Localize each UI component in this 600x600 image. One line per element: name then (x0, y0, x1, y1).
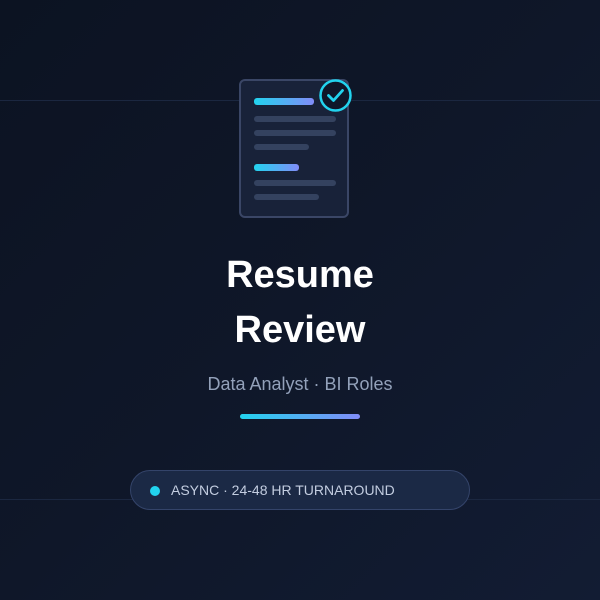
accent-underline (240, 414, 360, 419)
document-heading-line (254, 98, 314, 105)
document-text-line (254, 194, 319, 200)
document-text-line (254, 144, 309, 150)
status-text: ASYNC · 24-48 HR TURNAROUND (171, 482, 395, 498)
title-line-2: Review (234, 309, 366, 351)
status-dot-icon (150, 486, 160, 496)
check-circle-icon (319, 79, 352, 112)
document-text-line (254, 130, 336, 136)
document-text-line (254, 180, 336, 186)
document-heading-line (254, 164, 299, 171)
page-title: Resume Review (0, 248, 600, 358)
subtitle: Data Analyst · BI Roles (207, 374, 393, 394)
status-badge: ASYNC · 24-48 HR TURNAROUND (130, 470, 470, 510)
document-text-line (254, 116, 336, 122)
title-line-1: Resume (226, 254, 374, 296)
